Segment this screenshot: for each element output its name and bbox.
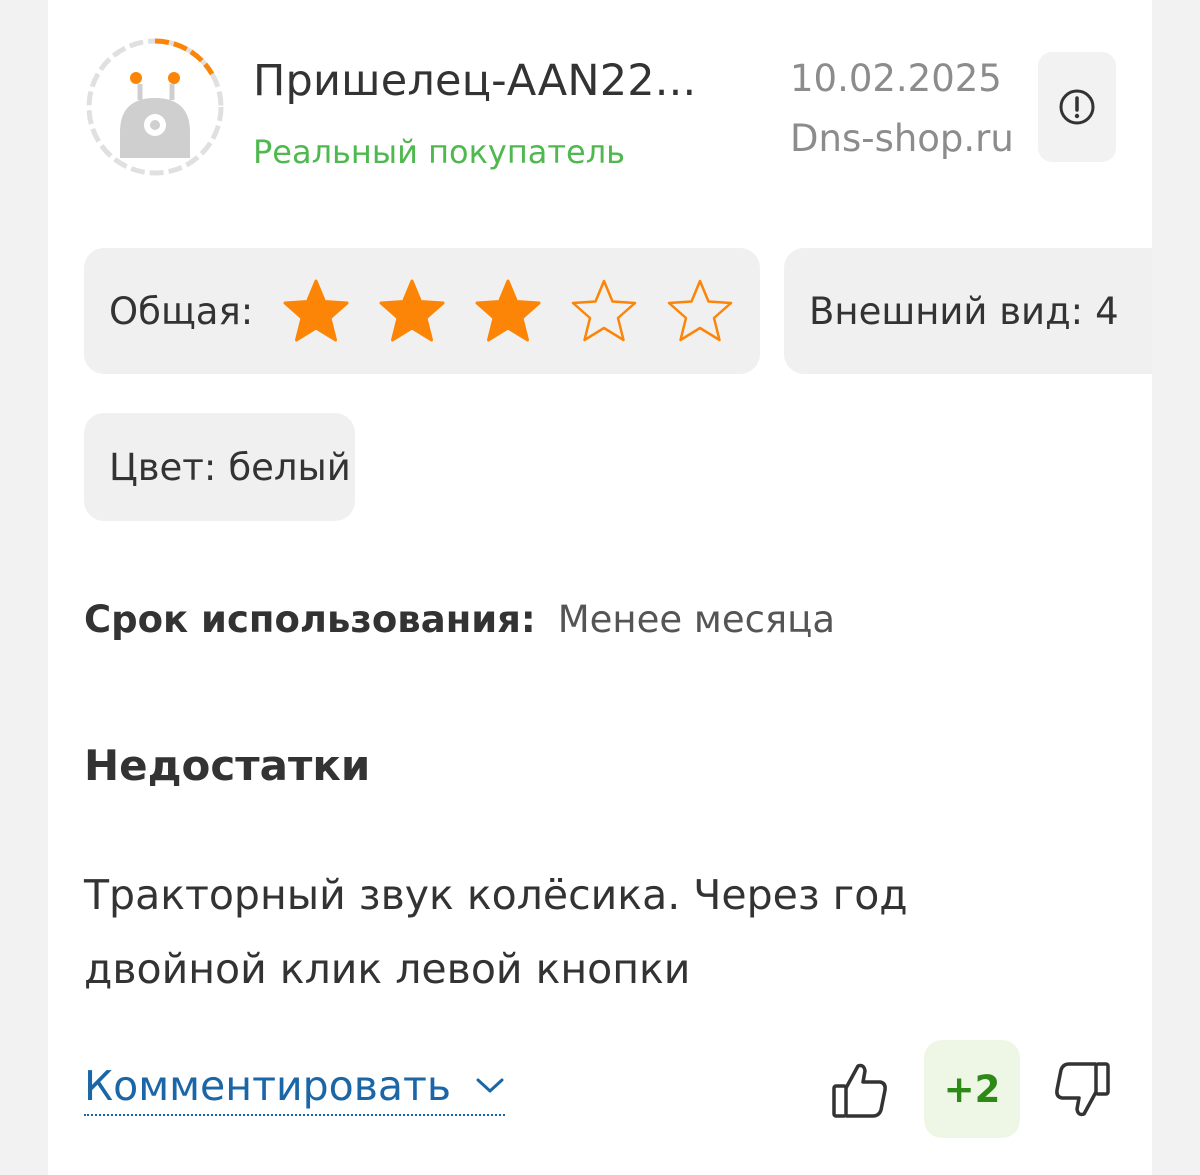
vote-count: +2 [924, 1040, 1020, 1138]
review-card: Пришелец-AAN22... Реальный покупатель 10… [48, 0, 1152, 1175]
usage-label: Срок использования: [84, 598, 536, 641]
review-date: 10.02.2025 [790, 57, 1002, 100]
comment-link[interactable]: Комментировать [84, 1062, 506, 1116]
thumbs-up-icon [832, 1063, 887, 1118]
cons-title: Недостатки [84, 741, 371, 790]
usage-value: Менее месяца [557, 598, 836, 641]
color-label: Цвет: [109, 445, 217, 489]
star-filled-icon [283, 279, 349, 342]
usage-period: Срок использования: Менее месяца [84, 598, 835, 641]
alien-avatar-icon[interactable] [84, 36, 226, 178]
overall-rating-label: Общая: [109, 289, 254, 333]
cons-text: Тракторный звук колёсика. Через год двой… [84, 871, 908, 993]
appearance-rating-label: Внешний вид: [809, 289, 1084, 333]
report-button[interactable] [1038, 52, 1116, 162]
star-filled-icon [379, 279, 445, 342]
appearance-rating-chip: Внешний вид: 4 [784, 248, 1152, 374]
color-value: белый [228, 445, 351, 489]
star-filled-icon [475, 279, 541, 342]
appearance-rating-value: 4 [1095, 289, 1119, 333]
star-empty-icon [667, 279, 733, 342]
thumbs-down-icon [1055, 1062, 1110, 1117]
author-status: Реальный покупатель [253, 133, 625, 171]
report-icon [1059, 89, 1095, 125]
like-button[interactable] [828, 1058, 892, 1122]
color-chip: Цвет: белый [84, 413, 355, 521]
dislike-button[interactable] [1050, 1058, 1114, 1122]
overall-rating-chip: Общая: [84, 248, 760, 374]
author-name[interactable]: Пришелец-AAN22... [253, 56, 696, 106]
comment-link-label: Комментировать [84, 1062, 452, 1110]
star-rating [281, 278, 761, 344]
review-source: Dns-shop.ru [790, 117, 1014, 160]
chevron-down-icon [476, 1078, 504, 1093]
star-empty-icon [571, 279, 637, 342]
